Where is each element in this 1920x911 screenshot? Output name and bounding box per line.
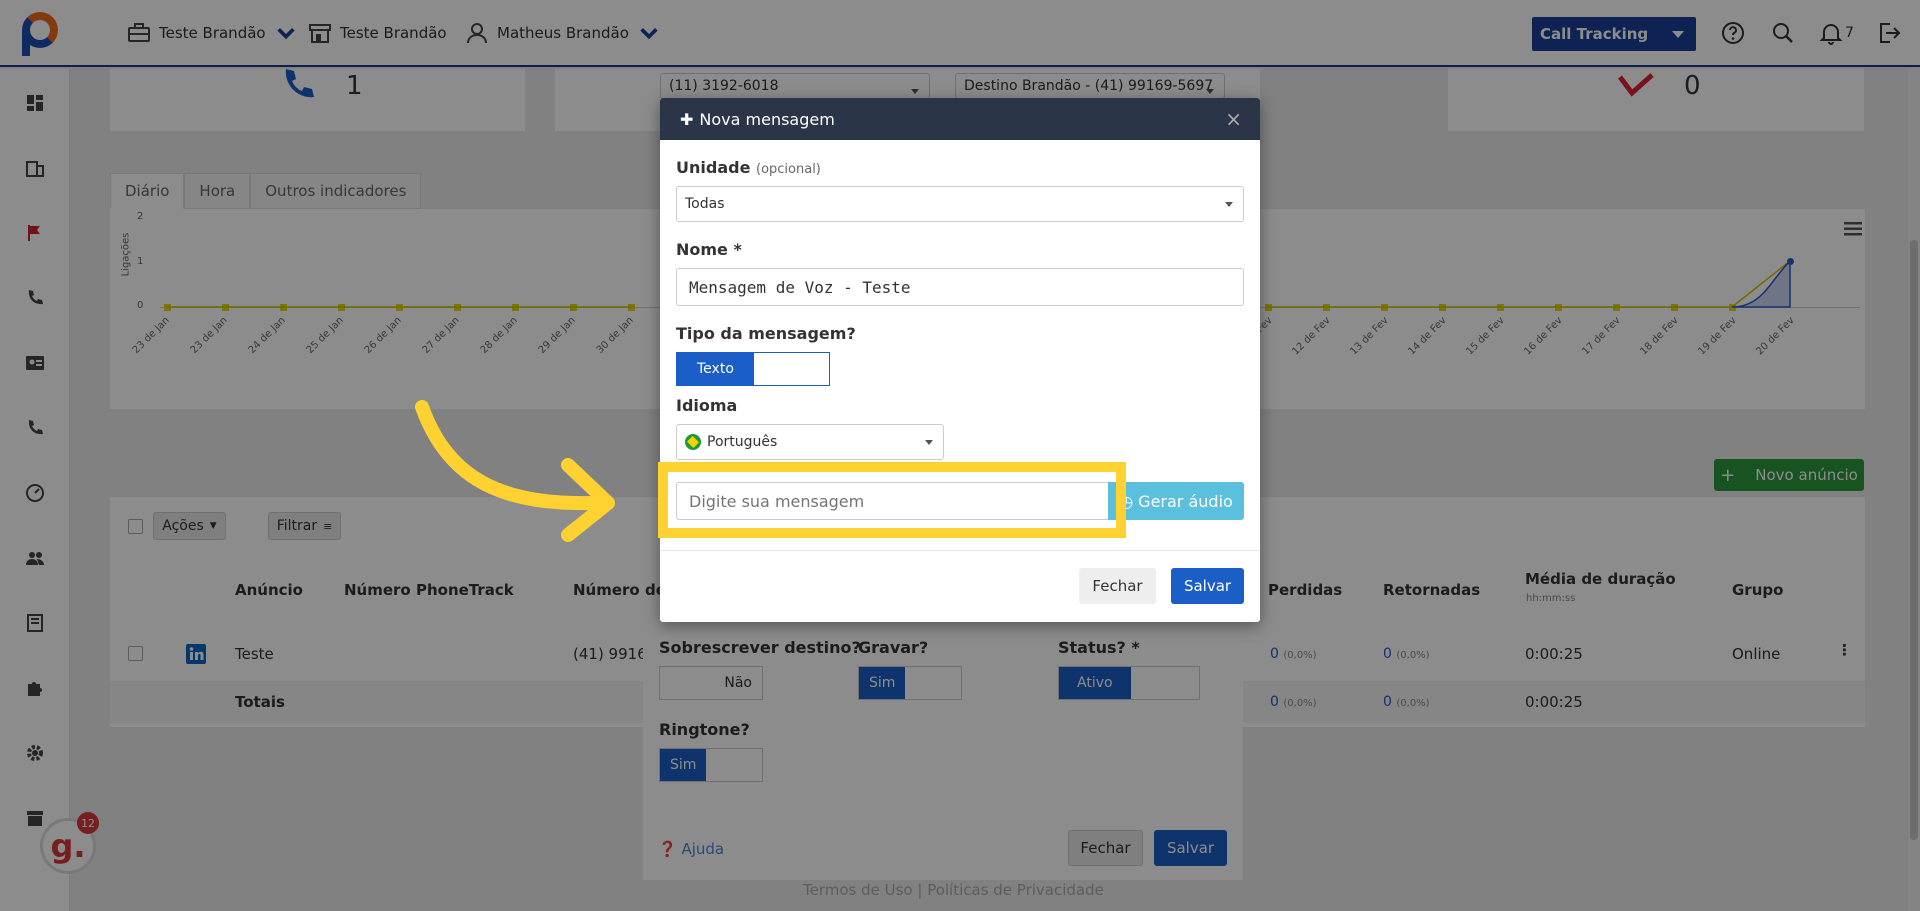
close-icon[interactable]: ×	[1225, 107, 1242, 131]
tutorial-highlight	[658, 462, 1126, 538]
generate-audio-label: Gerar áudio	[1138, 491, 1233, 511]
unit-select-value: Todas	[685, 196, 725, 212]
caret-down-icon	[925, 440, 933, 445]
unit-label-text: Unidade	[676, 158, 751, 177]
modal-save-button[interactable]: Salvar	[1171, 568, 1244, 604]
language-select[interactable]: Português	[676, 424, 944, 460]
modal-divider	[660, 550, 1260, 551]
name-input[interactable]	[676, 268, 1244, 306]
message-type-value: Texto	[677, 353, 754, 385]
new-message-modal: ✚ Nova mensagem × Unidade (opcional) Tod…	[660, 98, 1260, 622]
language-value: Português	[707, 434, 778, 450]
tutorial-arrow-icon	[415, 400, 615, 542]
name-label: Nome *	[676, 240, 742, 259]
unit-select[interactable]: Todas	[676, 186, 1244, 222]
unit-label: Unidade (opcional)	[676, 158, 821, 177]
unit-optional: (opcional)	[756, 162, 821, 177]
modal-title: Nova mensagem	[699, 109, 835, 129]
brazil-flag-icon	[685, 434, 701, 450]
language-label: Idioma	[676, 396, 738, 415]
type-label: Tipo da mensagem?	[676, 324, 856, 343]
plus-icon: ✚	[680, 109, 694, 129]
modal-close-button[interactable]: Fechar	[1079, 568, 1156, 604]
caret-down-icon	[1225, 202, 1233, 207]
generate-audio-button[interactable]: ◷ Gerar áudio	[1108, 482, 1244, 520]
modal-header: ✚ Nova mensagem ×	[660, 98, 1260, 140]
message-type-toggle[interactable]: Texto	[676, 352, 830, 386]
